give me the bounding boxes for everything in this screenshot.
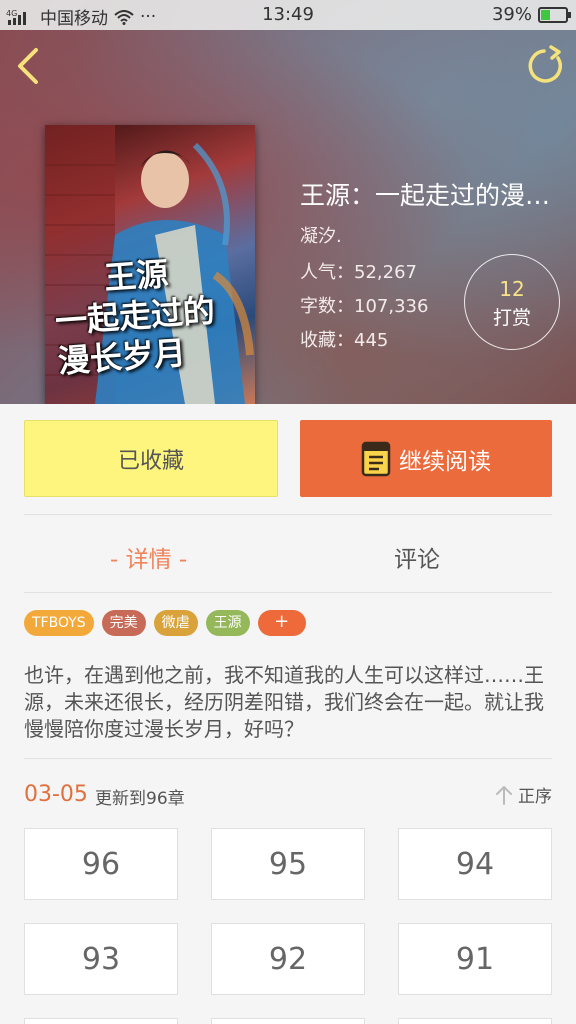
tag-tfboys[interactable]: TFBOYS xyxy=(24,610,94,636)
book-header: 4G 中国移动 ··· 13:49 39% 王源 一起走过的 漫长岁月 王源：一… xyxy=(0,0,576,404)
divider xyxy=(24,758,552,759)
chapter-item-partial[interactable] xyxy=(24,1018,178,1024)
tab-comment[interactable]: 评论 xyxy=(394,540,440,574)
chapter-item[interactable]: 96 xyxy=(24,828,178,900)
chapter-item[interactable]: 93 xyxy=(24,923,178,995)
continue-reading-button[interactable]: 继续阅读 xyxy=(300,420,552,497)
divider xyxy=(24,514,552,515)
chapter-item[interactable]: 94 xyxy=(398,828,552,900)
tag-wangyuan[interactable]: 王源 xyxy=(205,610,250,636)
book-icon xyxy=(361,441,391,476)
cover-title: 王源 一起走过的 漫长岁月 xyxy=(51,249,249,382)
chevron-left-icon xyxy=(18,48,38,84)
book-cover[interactable]: 王源 一起走过的 漫长岁月 xyxy=(45,125,255,404)
tag-wanmei[interactable]: 完美 xyxy=(101,610,146,636)
tag-weinue[interactable]: 微虐 xyxy=(153,610,198,636)
favorites-stat: 收藏：445 xyxy=(300,330,389,351)
chapter-item-partial[interactable] xyxy=(398,1018,552,1024)
favorite-button[interactable]: 已收藏 xyxy=(24,420,278,497)
battery-fill xyxy=(541,9,551,20)
book-author[interactable]: 凝汐. xyxy=(300,222,342,248)
reward-label: 打赏 xyxy=(492,307,531,329)
status-right: 39% xyxy=(491,4,571,25)
sort-order-label: 正序 xyxy=(518,787,552,807)
update-text: 更新到96章 xyxy=(95,789,185,809)
battery-icon xyxy=(538,6,571,23)
chapter-item[interactable]: 95 xyxy=(211,828,365,900)
refresh-icon xyxy=(528,45,562,83)
reward-count: 12 xyxy=(499,277,525,301)
add-tag-button[interactable]: + xyxy=(257,610,306,636)
tag-list: TFBOYS 完美 微虐 王源 + xyxy=(24,610,306,636)
reward-button[interactable]: 12 打赏 xyxy=(464,254,560,350)
back-button[interactable] xyxy=(10,44,50,88)
continue-reading-label: 继续阅读 xyxy=(399,448,491,475)
chapter-item[interactable]: 92 xyxy=(211,923,365,995)
chapter-item[interactable]: 91 xyxy=(398,923,552,995)
chapter-item-partial[interactable] xyxy=(211,1018,365,1024)
refresh-button[interactable] xyxy=(522,44,566,88)
divider xyxy=(24,592,552,593)
battery-percent: 39% xyxy=(491,4,532,25)
sort-order-button[interactable]: 正序 xyxy=(494,782,552,807)
status-bar: 4G 中国移动 ··· 13:49 39% xyxy=(0,0,576,30)
word-count-stat: 字数：107,336 xyxy=(300,296,429,317)
book-description: 也许，在遇到他之前，我不知道我的人生可以这样过……王源，未来还很长，经历阴差阳错… xyxy=(24,663,544,741)
book-title: 王源：一起走过的漫长岁月 xyxy=(300,181,562,210)
status-time: 13:49 xyxy=(262,4,314,25)
tab-detail[interactable]: - 详情 - xyxy=(110,540,187,574)
update-date: 03-05 xyxy=(24,782,88,807)
popularity-stat: 人气：52,267 xyxy=(300,262,417,283)
arrow-up-icon xyxy=(496,785,512,805)
favorite-button-label: 已收藏 xyxy=(117,448,184,474)
